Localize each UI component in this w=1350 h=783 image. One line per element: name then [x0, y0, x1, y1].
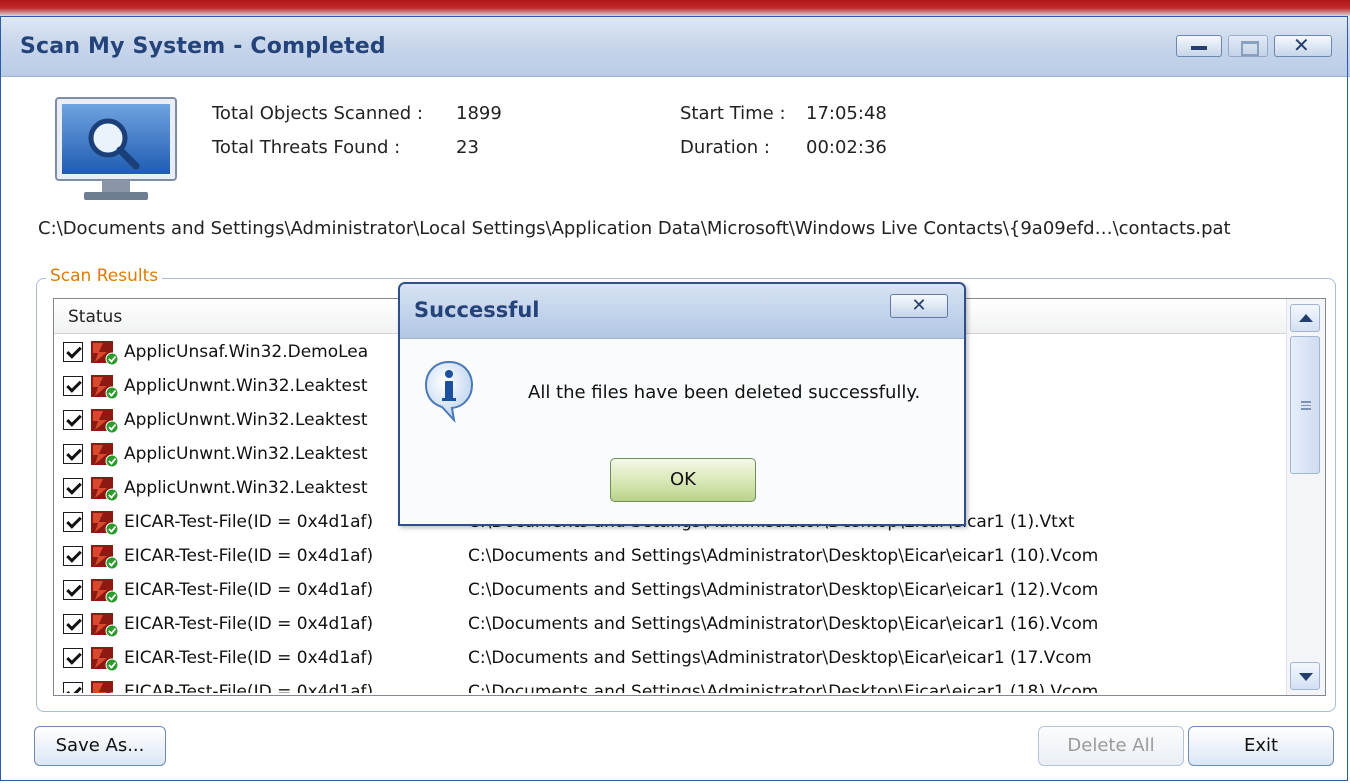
threat-name: EICAR-Test-File(ID = 0x4d1af)	[124, 580, 374, 600]
objects-scanned-label: Total Objects Scanned :	[212, 103, 423, 124]
row-checkbox[interactable]	[63, 444, 83, 464]
grip-icon	[1301, 401, 1311, 410]
close-icon: ✕	[1293, 33, 1310, 57]
dialog-body: All the files have been deleted successf…	[400, 340, 964, 524]
ok-button[interactable]: OK	[610, 458, 756, 502]
threat-name: EICAR-Test-File(ID = 0x4d1af)	[124, 682, 374, 693]
minimize-icon	[1191, 46, 1207, 50]
arrow-up-icon	[1299, 314, 1313, 322]
duration-value: 00:02:36	[806, 137, 887, 158]
scan-monitor-icon	[55, 97, 177, 200]
row-checkbox[interactable]	[63, 410, 83, 430]
threat-icon	[91, 477, 119, 502]
threat-path: C:\Documents and Settings\Administrator\…	[468, 614, 1099, 634]
maximize-button	[1228, 35, 1268, 57]
threat-name: ApplicUnwnt.Win32.Leaktest	[124, 444, 368, 464]
current-scan-path: C:\Documents and Settings\Administrator\…	[38, 218, 1231, 239]
start-time-label: Start Time :	[680, 103, 786, 124]
threat-name: EICAR-Test-File(ID = 0x4d1af)	[124, 648, 374, 668]
duration-label: Duration :	[680, 137, 770, 158]
close-button[interactable]: ✕	[1274, 33, 1332, 57]
table-row[interactable]: EICAR-Test-File(ID = 0x4d1af) C:\Document…	[54, 607, 1287, 641]
dialog-title-bar[interactable]: Successful ✕	[400, 284, 964, 339]
minimize-button[interactable]	[1176, 35, 1222, 57]
threat-icon	[91, 511, 119, 536]
row-checkbox[interactable]	[63, 376, 83, 396]
title-bar[interactable]: Scan My System - Completed ✕	[0, 16, 1350, 77]
table-row[interactable]: EICAR-Test-File(ID = 0x4d1af) C:\Document…	[54, 539, 1287, 573]
dialog-close-button[interactable]: ✕	[890, 294, 948, 318]
row-checkbox[interactable]	[63, 478, 83, 498]
row-checkbox[interactable]	[63, 512, 83, 532]
exit-button[interactable]: Exit	[1188, 726, 1334, 766]
threat-path: C:\Documents and Settings\Administrator\…	[468, 580, 1099, 600]
threat-name: ApplicUnwnt.Win32.Leaktest	[124, 478, 368, 498]
table-row[interactable]: EICAR-Test-File(ID = 0x4d1af) C:\Document…	[54, 573, 1287, 607]
start-time-value: 17:05:48	[806, 103, 887, 124]
scroll-down-button[interactable]	[1290, 662, 1320, 690]
save-as-button[interactable]: Save As...	[34, 726, 166, 766]
threat-path: C:\Documents and Settings\Administrator\…	[468, 648, 1092, 668]
threat-icon	[91, 409, 119, 434]
threat-icon	[91, 579, 119, 604]
delete-all-button: Delete All	[1038, 726, 1184, 766]
scan-window: Scan My System - Completed ✕ Total Objec…	[0, 0, 1350, 783]
success-dialog: Successful ✕ All the files have been del…	[398, 282, 966, 526]
scroll-thumb[interactable]	[1290, 336, 1320, 474]
close-icon: ✕	[911, 295, 927, 316]
window-title: Scan My System - Completed	[20, 34, 386, 59]
threat-name: ApplicUnsaf.Win32.DemoLea	[124, 342, 369, 362]
threat-name: ApplicUnwnt.Win32.Leaktest	[124, 410, 368, 430]
row-checkbox[interactable]	[63, 580, 83, 600]
threat-icon	[91, 545, 119, 570]
threat-icon	[91, 443, 119, 468]
threats-found-label: Total Threats Found :	[212, 137, 401, 158]
row-checkbox[interactable]	[63, 682, 83, 693]
objects-scanned-value: 1899	[456, 103, 502, 124]
table-row[interactable]: EICAR-Test-File(ID = 0x4d1af) C:\Document…	[54, 641, 1287, 675]
threat-path: C:\Documents and Settings\Administrator\…	[468, 682, 1099, 693]
scroll-up-button[interactable]	[1290, 304, 1320, 332]
threat-name: EICAR-Test-File(ID = 0x4d1af)	[124, 512, 374, 532]
row-checkbox[interactable]	[63, 614, 83, 634]
scan-results-label: Scan Results	[46, 266, 163, 286]
column-status[interactable]: Status	[68, 307, 122, 327]
dialog-title: Successful	[414, 298, 540, 322]
maximize-icon	[1241, 41, 1259, 56]
row-checkbox[interactable]	[63, 546, 83, 566]
threats-found-value: 23	[456, 137, 479, 158]
row-checkbox[interactable]	[63, 648, 83, 668]
vertical-scrollbar[interactable]	[1286, 299, 1325, 695]
background-strip	[0, 0, 1350, 16]
threat-name: ApplicUnwnt.Win32.Leaktest	[124, 376, 368, 396]
info-icon	[424, 360, 474, 424]
dialog-message: All the files have been deleted successf…	[528, 382, 921, 403]
arrow-down-icon	[1299, 673, 1313, 681]
threat-path: C:\Documents and Settings\Administrator\…	[468, 546, 1099, 566]
threat-icon	[91, 375, 119, 400]
threat-icon	[91, 613, 119, 638]
row-checkbox[interactable]	[63, 342, 83, 362]
threat-name: EICAR-Test-File(ID = 0x4d1af)	[124, 546, 374, 566]
table-row[interactable]: EICAR-Test-File(ID = 0x4d1af) C:\Document…	[54, 675, 1287, 693]
threat-name: EICAR-Test-File(ID = 0x4d1af)	[124, 614, 374, 634]
threat-icon	[91, 681, 115, 693]
threat-icon	[91, 647, 119, 672]
threat-icon	[91, 341, 119, 366]
